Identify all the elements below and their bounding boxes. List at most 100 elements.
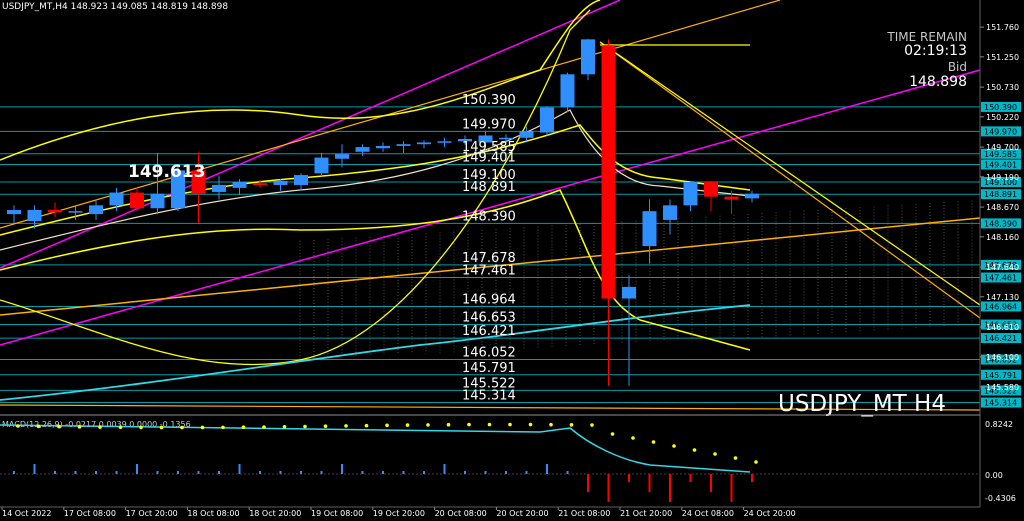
macd-signal-dot [549, 422, 553, 427]
candle-body [642, 211, 657, 247]
time-tick-label: 17 Oct 20:00 [126, 509, 178, 518]
candle-body [601, 45, 616, 299]
level-price-tag-label: 149.401 [984, 161, 1017, 170]
macd-signal-dot [221, 425, 225, 430]
candle-body [7, 210, 21, 215]
macd-signal-dot [180, 425, 184, 430]
price-tick-label: 150.730 [986, 83, 1019, 92]
candle-body [212, 184, 226, 192]
price-tick-label: 151.760 [986, 23, 1019, 32]
candle-body [89, 205, 103, 215]
macd-signal-dot [77, 425, 82, 429]
macd-signal-dot [262, 425, 266, 429]
macd-series [0, 422, 758, 502]
candle-body [130, 192, 144, 209]
level-label: 148.390 [462, 209, 516, 224]
chart-canvas: 150.390 150.390149.970 149.970149.585 149.5… [0, 0, 1021, 518]
macd-signal-dot [159, 425, 164, 430]
macd-signal-dot [323, 424, 328, 429]
candle-body [417, 142, 431, 145]
level-price-tag-label: 146.421 [984, 334, 1017, 343]
candle-body [294, 175, 308, 185]
candle-body [622, 286, 636, 299]
macd-signal-dot [57, 424, 61, 429]
macd-signal-dot [487, 422, 492, 427]
price-tick-label: 146.100 [986, 353, 1019, 362]
candle-body [314, 157, 329, 174]
candle-body [560, 74, 575, 108]
macd-tick-zero: 0.00 [985, 471, 1003, 480]
macd-signal-dot [754, 460, 758, 464]
time-axis: 14 Oct 2022 17 Oct 08:00 17 Oct 20:00 18 Oc… [0, 506, 980, 518]
price-tick-label: 150.220 [986, 113, 1019, 122]
macd-signal-dot [528, 422, 533, 427]
time-tick-label: 17 Oct 08:00 [64, 509, 116, 518]
time-tick-label: 18 Oct 20:00 [249, 509, 301, 518]
candle-body [704, 182, 718, 197]
price-tick-label: 148.160 [986, 233, 1019, 242]
time-tick-label: 21 Oct 20:00 [620, 509, 672, 518]
time-tick-label: 24 Oct 08:00 [682, 509, 734, 518]
macd-signal-dot [590, 423, 594, 427]
candle-body [540, 107, 554, 133]
macd-signal-dot [16, 424, 20, 428]
bid-label: Bid [948, 60, 967, 74]
level-label: 148.891 [462, 180, 516, 195]
macd-line [0, 424, 751, 473]
price-tick-label: 151.250 [986, 53, 1019, 62]
macd-signal-dot [733, 456, 738, 460]
price-tick-label: 145.580 [986, 383, 1019, 392]
candle-body [437, 141, 452, 143]
macd-signal-dot [36, 424, 41, 429]
time-tick-label: 20 Oct 08:00 [435, 509, 487, 518]
candle-body [376, 145, 390, 149]
time-tick-label: 24 Oct 20:00 [744, 509, 796, 518]
candle-body [724, 196, 739, 200]
price-tick-label: 149.700 [986, 143, 1019, 152]
level-label: 146.052 [462, 346, 516, 361]
candle-body [253, 183, 267, 185]
macd-signal-dot [98, 425, 102, 429]
time-tick-label: 19 Oct 20:00 [373, 509, 425, 518]
level-label: 147.461 [462, 264, 516, 279]
level-price-tag-label: 149.970 [984, 127, 1017, 136]
level-price-tag-label: 147.461 [984, 274, 1017, 283]
level-label: 145.314 [462, 389, 516, 404]
candle-body [273, 180, 288, 185]
level-label: 146.964 [462, 292, 516, 307]
level-label: 149.970 [462, 117, 516, 132]
candle-body [355, 147, 370, 152]
macd-signal-dot [651, 440, 656, 444]
level-label: 146.421 [462, 324, 516, 339]
macd-signal-dot [139, 425, 143, 430]
candle-body [745, 193, 759, 199]
price-tick-label: 147.640 [986, 263, 1019, 272]
level-price-tag-label: 145.314 [984, 399, 1017, 408]
macd-signal-dot [364, 423, 369, 428]
level-price-tag-label: 146.964 [984, 302, 1017, 311]
chart-header: USDJPY_MT,H4 148.923 149.085 148.819 148… [2, 2, 228, 12]
macd-panel: MACD(12,26,9) -0.0217 0.0039 0.0000 -0.1… [0, 414, 1016, 503]
macd-signal-dot [508, 422, 512, 427]
level-price-tag-label: 150.390 [984, 103, 1017, 112]
candle-body [396, 144, 411, 146]
candle-body [581, 39, 595, 75]
macd-signal-dot [118, 425, 123, 430]
macd-signal-dot [426, 423, 430, 427]
candle-body [48, 210, 62, 213]
macd-signal-dot [467, 422, 471, 427]
level-label: 149.401 [462, 151, 516, 166]
candle-body [519, 131, 534, 138]
macd-signal-dot [569, 423, 574, 427]
level-price-tag-label: 145.791 [984, 371, 1017, 380]
macd-signal-dot [610, 432, 615, 436]
macd-tick-bottom: -0.4306 [985, 494, 1016, 503]
high-annotation: 149.613 [128, 162, 205, 182]
macd-tick-top: 0.8242 [985, 420, 1013, 429]
macd-signal-dot [241, 425, 246, 430]
candle-body [109, 192, 124, 206]
level-price-tag-label: 148.390 [984, 219, 1017, 228]
bid-value: 148.898 [909, 74, 967, 90]
price-tick-label: 147.130 [986, 293, 1019, 302]
candle-body [150, 193, 165, 209]
